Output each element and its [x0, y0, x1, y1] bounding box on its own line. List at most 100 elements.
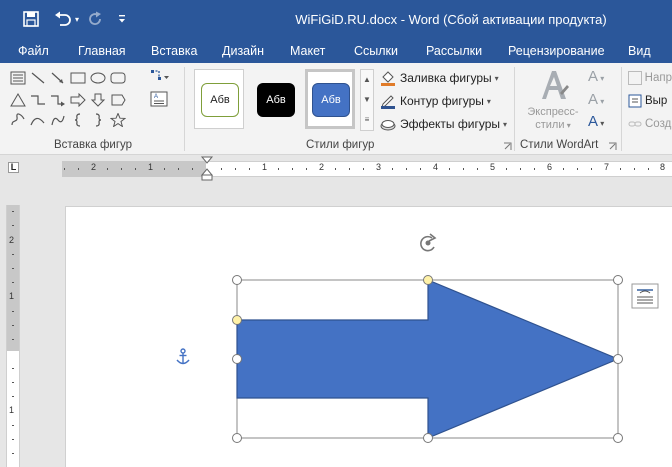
left-brace-icon[interactable]: [70, 113, 86, 127]
elbow-arrow-icon[interactable]: [50, 93, 66, 107]
line-shape-icon[interactable]: [10, 71, 26, 85]
arc-icon[interactable]: [50, 113, 66, 127]
shape-outline-label: Контур фигуры: [400, 94, 484, 108]
shape-style-1-preview: Абв: [201, 83, 239, 117]
ruler-tick: [12, 325, 14, 326]
style-gallery-scroll[interactable]: ▲ ▼ ≡: [360, 69, 374, 131]
text-direction-icon: [628, 71, 642, 85]
down-arrow-icon[interactable]: [90, 93, 106, 107]
resize-handle-right[interactable]: [613, 354, 623, 364]
ruler-tick: [463, 168, 464, 170]
ruler-number: 1: [262, 162, 268, 172]
ruler-number: 2: [9, 235, 15, 245]
more-styles-icon[interactable]: ≡: [361, 110, 373, 130]
ruler-tick: [12, 211, 14, 212]
chevron-down-icon: ▾: [486, 96, 491, 106]
text-outline-icon[interactable]: A ▾: [588, 91, 604, 108]
tab-review[interactable]: Рецензирование: [508, 38, 605, 63]
svg-text:A: A: [154, 94, 158, 100]
ruler-tick: [648, 168, 649, 170]
shape-effects-button[interactable]: Эффекты фигуры ▾: [380, 115, 507, 133]
indent-marker-icon[interactable]: [200, 156, 214, 182]
tab-view[interactable]: Вид: [628, 38, 651, 63]
shape-style-2[interactable]: Абв: [250, 69, 300, 129]
ruler-tick: [135, 168, 136, 170]
layout-options-icon[interactable]: [631, 283, 659, 309]
vertical-ruler: 2 1 1: [6, 205, 20, 467]
ruler-tick: [12, 439, 14, 440]
ruler-tick: [12, 396, 14, 397]
ruler-number: 8: [660, 162, 666, 172]
shape-fill-button[interactable]: Заливка фигуры ▾: [380, 69, 499, 87]
redo-icon[interactable]: [84, 0, 106, 38]
tab-layout[interactable]: Макет: [290, 38, 325, 63]
oval-icon[interactable]: [90, 71, 106, 85]
rectangle-icon[interactable]: [70, 71, 86, 85]
arrow-line-icon[interactable]: [50, 71, 66, 85]
paint-bucket-icon: [381, 71, 395, 86]
elbow-connector-icon[interactable]: [30, 93, 46, 107]
scroll-up-icon[interactable]: ▲: [361, 70, 373, 90]
shapes-gallery-scroll[interactable]: [130, 69, 140, 135]
right-brace-icon[interactable]: [90, 113, 106, 127]
ruler-tick: [12, 368, 14, 369]
ruler-tick: [164, 168, 165, 170]
shape-style-1[interactable]: Абв: [194, 69, 244, 129]
customize-quick-access-icon[interactable]: [114, 0, 130, 38]
ruler-tick: [392, 168, 393, 170]
triangle-icon[interactable]: [10, 93, 26, 107]
shape-style-3-selected[interactable]: Абв: [305, 69, 355, 129]
line-icon[interactable]: [30, 71, 46, 85]
tab-insert[interactable]: Вставка: [151, 38, 197, 63]
resize-handle-bottom-left[interactable]: [232, 433, 242, 443]
scroll-down-icon[interactable]: ▼: [361, 90, 373, 110]
ruler-number: 2: [91, 162, 97, 172]
ruler-tick: [12, 268, 14, 269]
ruler-tick: [12, 453, 14, 454]
tab-references[interactable]: Ссылки: [354, 38, 398, 63]
tab-mailings[interactable]: Рассылки: [426, 38, 482, 63]
adjust-handle-shaft[interactable]: [232, 315, 242, 325]
resize-handle-bottom[interactable]: [423, 433, 433, 443]
star-icon[interactable]: [110, 113, 126, 127]
text-effects-icon[interactable]: A ▾: [588, 113, 604, 130]
shape-outline-button[interactable]: Контур фигуры ▾: [380, 92, 491, 110]
resize-handle-left[interactable]: [232, 354, 242, 364]
right-arrow-icon[interactable]: [70, 93, 86, 107]
ruler-tick: [620, 168, 621, 170]
freeform-icon[interactable]: [10, 113, 26, 127]
ruler-tick: [577, 168, 578, 170]
undo-dropdown-icon[interactable]: ▾: [72, 0, 82, 38]
tab-home[interactable]: Главная: [78, 38, 126, 63]
adjust-handle-arrowhead[interactable]: [423, 275, 433, 285]
ruler-tick: [221, 168, 222, 170]
resize-handle-top-right[interactable]: [613, 275, 623, 285]
tab-design[interactable]: Дизайн: [222, 38, 264, 63]
rounded-rectangle-icon[interactable]: [110, 71, 126, 85]
wordart-express-styles-icon[interactable]: [536, 67, 570, 103]
dialog-launcher-icon[interactable]: [608, 142, 617, 151]
create-link-button[interactable]: Созд: [628, 115, 672, 133]
align-text-button[interactable]: Выр: [628, 92, 672, 110]
resize-handle-top-left[interactable]: [232, 275, 242, 285]
pentagon-icon[interactable]: [110, 93, 126, 107]
curve-icon[interactable]: [30, 113, 46, 127]
ruler-tick: [64, 168, 65, 170]
express-styles-button[interactable]: Экспресс- стили ▾: [522, 106, 584, 132]
link-icon: [628, 121, 642, 127]
ruler-tick: [192, 168, 193, 170]
tab-selector-icon[interactable]: L: [8, 162, 19, 173]
text-fill-icon[interactable]: A ▾: [588, 68, 604, 85]
dialog-launcher-icon[interactable]: [503, 142, 512, 151]
edit-shape-icon[interactable]: [150, 69, 172, 87]
text-direction-button[interactable]: Напр: [628, 69, 672, 87]
tab-file[interactable]: Файл: [18, 38, 49, 63]
resize-handle-bottom-right[interactable]: [613, 433, 623, 443]
ruler-tick: [406, 168, 407, 170]
text-box-icon[interactable]: A: [150, 91, 168, 107]
ruler-number: 3: [376, 162, 382, 172]
save-icon[interactable]: [18, 0, 44, 38]
ribbon: A Вставка фигур Абв Абв Абв ▲ ▼ ≡ Заливк…: [0, 63, 672, 155]
align-text-icon: [628, 94, 642, 108]
window-title: WiFiGiD.RU.docx - Word (Сбой активации п…: [295, 12, 607, 27]
